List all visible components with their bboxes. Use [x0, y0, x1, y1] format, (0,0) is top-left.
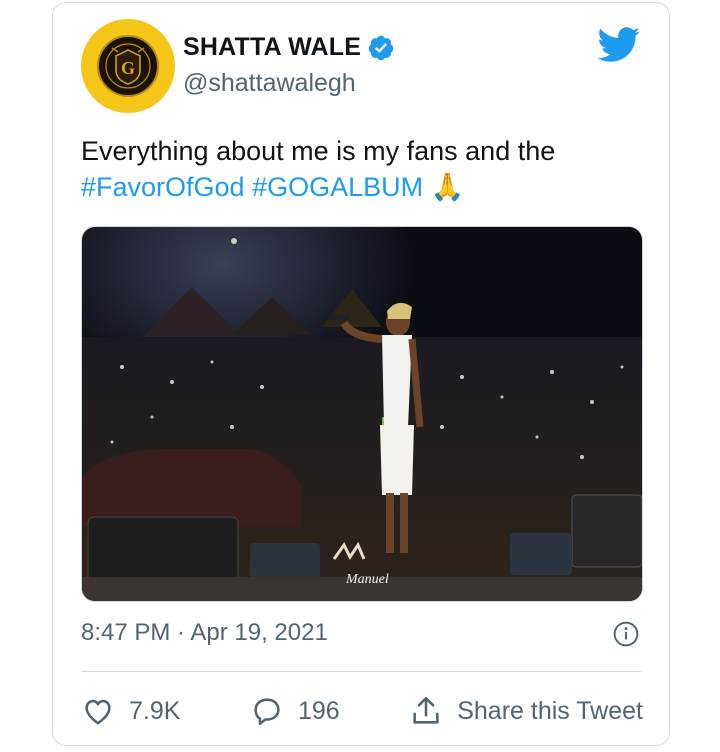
hashtag-favorofgod[interactable]: #FavorOfGod: [81, 172, 245, 202]
svg-text:G: G: [121, 58, 135, 78]
like-button[interactable]: 7.9K: [81, 694, 180, 728]
avatar[interactable]: G: [81, 19, 175, 113]
concert-photo: Manuel: [82, 227, 642, 601]
share-icon: [413, 696, 439, 724]
like-count: 7.9K: [129, 696, 181, 725]
tweet-actions: 7.9K 196 Share this Tweet: [81, 691, 643, 731]
tweet-text: Everything about me is my fans and the #…: [81, 133, 641, 205]
crest-logo: G: [97, 35, 159, 97]
reply-count: 196: [297, 696, 340, 725]
heart-icon: [85, 699, 111, 725]
photo-watermark: Manuel: [345, 572, 389, 587]
share-button[interactable]: Share this Tweet: [409, 694, 643, 728]
praying-hands-emoji: 🙏: [430, 172, 465, 202]
reply-bubble-icon: [254, 698, 280, 726]
author-name-row[interactable]: SHATTA WALE: [183, 33, 395, 62]
share-label: Share this Tweet: [457, 696, 643, 725]
info-icon[interactable]: [613, 621, 639, 647]
reply-button[interactable]: 196: [250, 694, 340, 728]
verified-badge-icon: [368, 35, 394, 60]
twitter-bird-icon[interactable]: [597, 27, 641, 63]
author-name[interactable]: SHATTA WALE: [183, 33, 361, 62]
divider: [81, 671, 641, 672]
author-handle[interactable]: @shattawalegh: [183, 69, 356, 98]
tweet-body: Everything about me is my fans and the: [81, 136, 556, 166]
hashtag-gogalbum[interactable]: #GOGALBUM: [252, 172, 423, 202]
tweet-timestamp[interactable]: 8:47 PM · Apr 19, 2021: [81, 619, 328, 647]
tweet-photo[interactable]: Manuel: [81, 226, 643, 602]
tweet-card[interactable]: G SHATTA WALE @shattawalegh Everything a…: [52, 2, 670, 746]
